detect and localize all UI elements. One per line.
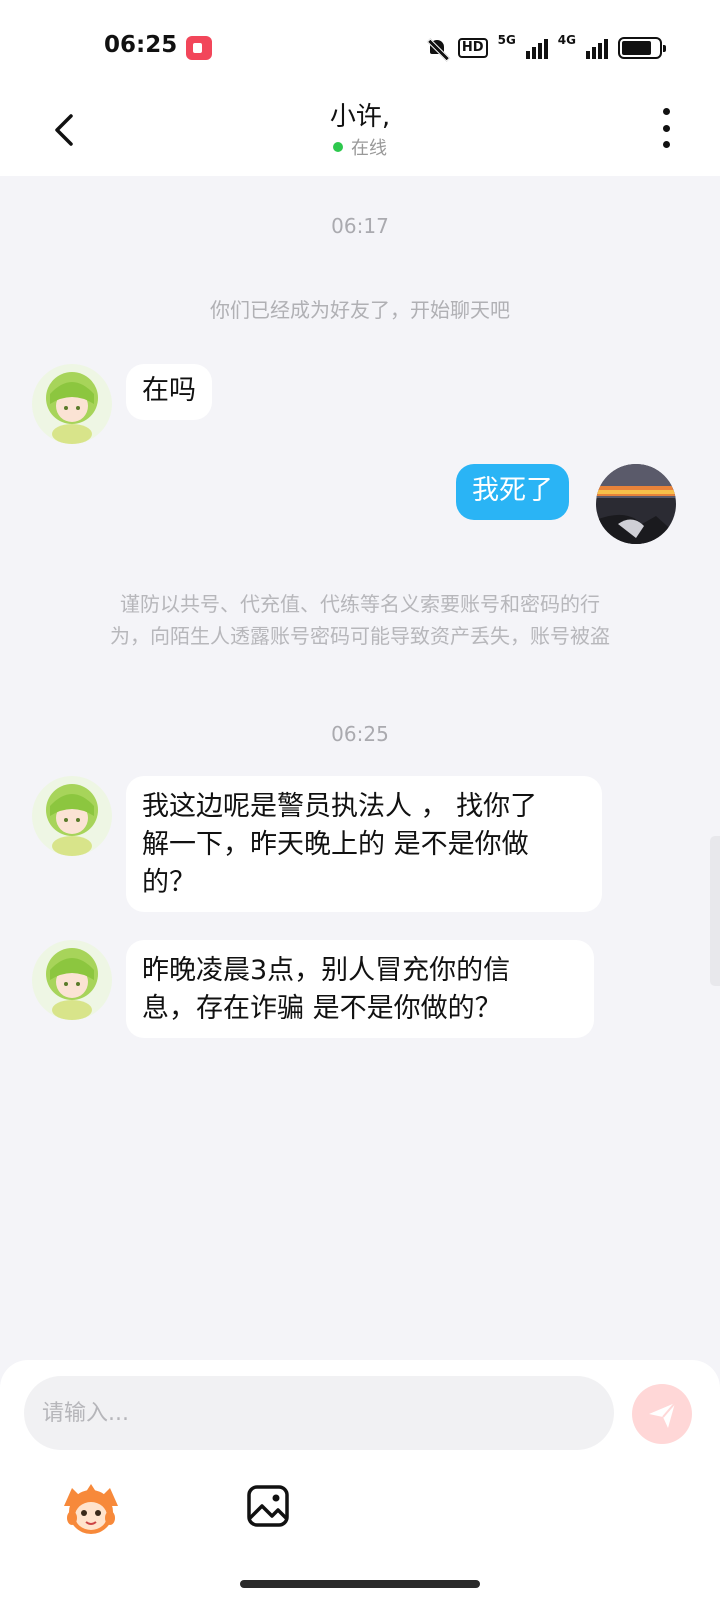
chat-header: 小许, 在线 xyxy=(0,96,720,176)
security-warning-line2: 为，向陌生人透露账号密码可能导致资产丢失，账号被盗 xyxy=(110,624,610,648)
message-line: 解一下，昨天晚上的 是不是你做 xyxy=(142,829,529,860)
network-5g-label: 5G xyxy=(497,33,516,47)
message-bubble-received[interactable]: 我这边呢是警员执法人 ， 找你了 解一下，昨天晚上的 是不是你做 的？ xyxy=(126,776,602,912)
mute-bell-icon xyxy=(426,37,448,59)
message-bubble-received[interactable]: 昨晚凌晨3点，别人冒充你的信 息，存在诈骗 是不是你做的？ xyxy=(126,940,594,1038)
image-picker-icon[interactable] xyxy=(246,1484,290,1528)
timestamp: 06:17 xyxy=(331,214,389,238)
system-note: 你们已经成为好友了，开始聊天吧 xyxy=(210,298,510,322)
signal-4g-icon xyxy=(586,37,608,59)
contact-avatar[interactable] xyxy=(32,364,112,444)
message-line: 昨晚凌晨3点，别人冒充你的信 xyxy=(142,955,511,986)
message-line: 我这边呢是警员执法人 ， 找你了 xyxy=(142,791,538,822)
message-bubble-sent[interactable]: 我死了 xyxy=(456,464,569,520)
chat-area[interactable]: 06:17 你们已经成为好友了，开始聊天吧 在吗 我死了 谨防以共号、代充值、代… xyxy=(0,176,720,1360)
timestamp: 06:25 xyxy=(331,722,389,746)
message-line: 的？ xyxy=(142,867,196,898)
home-indicator[interactable] xyxy=(240,1580,480,1588)
status-icons: HD 5G 4G xyxy=(426,33,666,62)
more-vertical-icon[interactable] xyxy=(656,108,676,148)
hd-voice-icon: HD xyxy=(457,38,488,58)
security-warning-line1: 谨防以共号、代充值、代练等名义索要账号和密码的行 xyxy=(120,592,600,616)
message-input[interactable] xyxy=(24,1376,614,1450)
emoji-mascot-icon[interactable] xyxy=(60,1480,122,1536)
contact-avatar[interactable] xyxy=(32,940,112,1020)
composer-bar xyxy=(0,1360,720,1600)
message-line: 息，存在诈骗 是不是你做的？ xyxy=(142,993,502,1024)
online-status-label: 在线 xyxy=(351,138,387,159)
message-bubble-received[interactable]: 在吗 xyxy=(126,364,212,420)
scrollbar[interactable] xyxy=(710,836,720,986)
battery-icon xyxy=(618,37,666,59)
send-icon xyxy=(649,1402,676,1428)
my-avatar[interactable] xyxy=(596,464,676,544)
signal-5g-icon xyxy=(525,37,548,59)
network-4g-label: 4G xyxy=(557,33,576,47)
screen-record-icon xyxy=(186,36,212,60)
online-dot-icon xyxy=(333,142,343,152)
security-warning: 谨防以共号、代充值、代练等名义索要账号和密码的行 为，向陌生人透露账号密码可能导… xyxy=(56,588,664,652)
online-status: 在线 xyxy=(0,134,720,160)
status-bar: 06:25 HD 5G 4G xyxy=(0,0,720,96)
status-time: 06:25 xyxy=(104,32,178,58)
send-button[interactable] xyxy=(632,1384,692,1444)
contact-name: 小许, xyxy=(329,102,391,132)
contact-avatar[interactable] xyxy=(32,776,112,856)
